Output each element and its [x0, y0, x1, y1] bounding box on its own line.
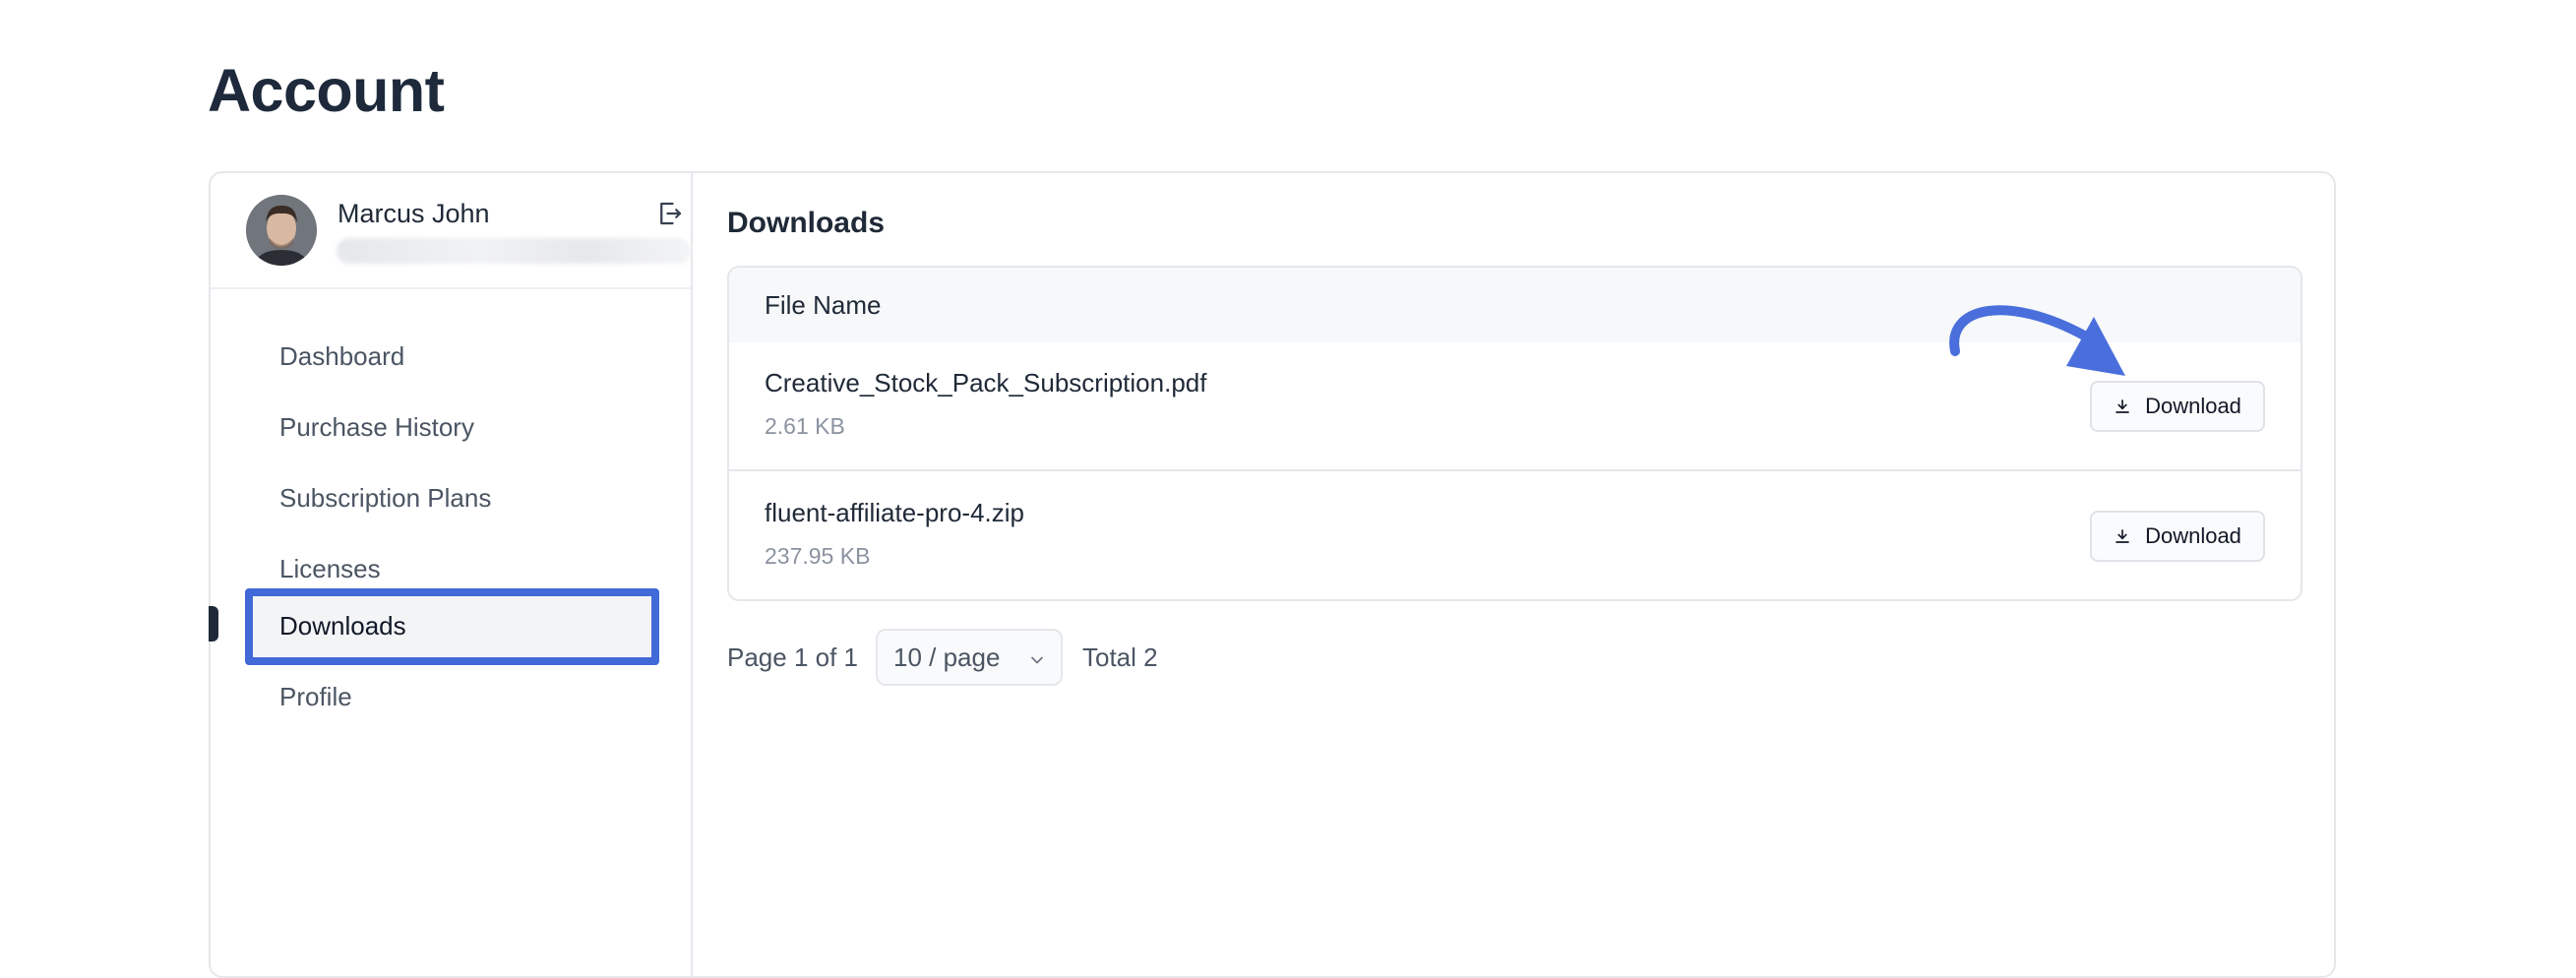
sidebar-item-subscription-plans[interactable]: Subscription Plans	[246, 462, 657, 533]
chevron-down-icon	[1031, 656, 1043, 664]
download-button-label: Download	[2145, 394, 2241, 418]
account-card: Marcus John Dashboard Purchase History S…	[209, 171, 2336, 978]
download-button-label: Download	[2145, 523, 2241, 548]
page-info: Page 1 of 1	[727, 642, 858, 672]
per-page-select[interactable]: 10 / page	[876, 629, 1063, 686]
total-count: Total 2	[1082, 642, 1158, 672]
column-header-file-name: File Name	[729, 268, 2300, 342]
user-name: Marcus John	[337, 199, 490, 228]
download-icon	[2116, 399, 2129, 413]
sidebar: Marcus John Dashboard Purchase History S…	[209, 173, 693, 976]
sidebar-item-dashboard[interactable]: Dashboard	[246, 321, 657, 392]
table-row: fluent-affiliate-pro-4.zip 237.95 KB Dow…	[729, 472, 2300, 599]
file-size: 2.61 KB	[765, 413, 845, 439]
pagination: Page 1 of 1 10 / page Total 2	[727, 628, 1158, 687]
per-page-value: 10 / page	[893, 642, 1001, 672]
user-email-redacted	[337, 238, 691, 264]
sidebar-item-downloads[interactable]: Downloads	[246, 590, 657, 661]
logout-icon[interactable]	[655, 199, 689, 232]
user-block: Marcus John	[211, 173, 691, 289]
file-size: 237.95 KB	[765, 543, 871, 569]
table-row: Creative_Stock_Pack_Subscription.pdf 2.6…	[729, 342, 2300, 471]
avatar-image	[246, 195, 317, 266]
download-icon	[2116, 529, 2129, 543]
section-title: Downloads	[727, 207, 886, 239]
download-button[interactable]: Download	[2090, 511, 2265, 562]
file-name: Creative_Stock_Pack_Subscription.pdf	[765, 368, 1207, 397]
active-indicator	[209, 606, 218, 642]
page-title: Account	[208, 57, 445, 124]
download-button[interactable]: Download	[2090, 381, 2265, 432]
sidebar-item-profile[interactable]: Profile	[246, 661, 657, 732]
sidebar-item-purchase-history[interactable]: Purchase History	[246, 392, 657, 462]
avatar	[246, 195, 317, 266]
downloads-panel: Downloads File Name Creative_Stock_Pack_…	[693, 173, 2334, 976]
file-name: fluent-affiliate-pro-4.zip	[765, 498, 1024, 527]
downloads-table: File Name Creative_Stock_Pack_Subscripti…	[727, 266, 2302, 601]
